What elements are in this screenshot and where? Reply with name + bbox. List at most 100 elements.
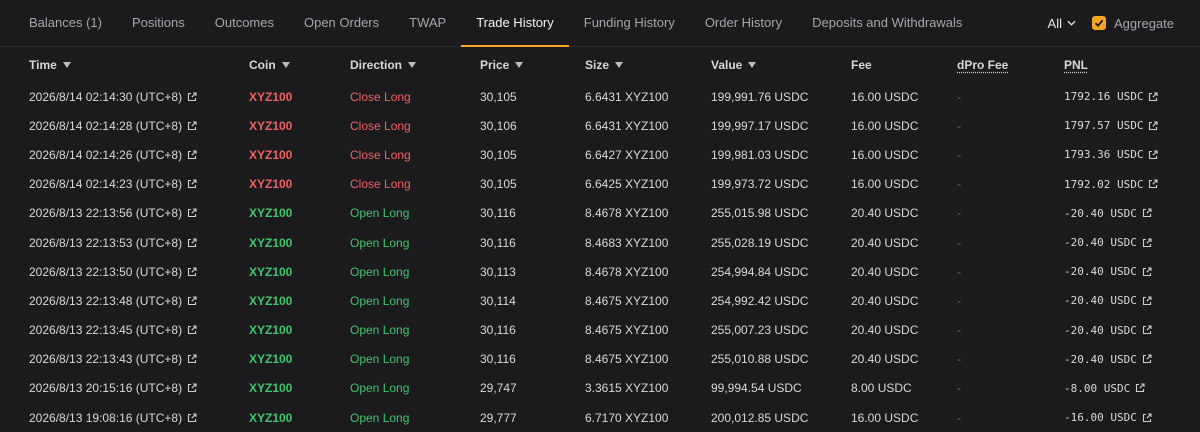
- coin-cell[interactable]: XYZ100: [249, 228, 292, 257]
- external-link-icon[interactable]: [1148, 150, 1159, 160]
- external-link-icon[interactable]: [187, 179, 197, 189]
- table-row: 2026/8/14 02:14:30 (UTC+8) XYZ100 Close Lo…: [0, 82, 1200, 111]
- tab-order-history[interactable]: Order History: [690, 0, 797, 46]
- external-link-icon[interactable]: [187, 413, 197, 423]
- fee-cell: 16.00 USDC: [851, 147, 919, 162]
- external-link-icon[interactable]: [1142, 296, 1152, 306]
- coin-cell[interactable]: XYZ100: [249, 257, 292, 286]
- coin-cell[interactable]: XYZ100: [249, 82, 292, 111]
- chevron-down-icon: [1067, 20, 1076, 26]
- price-cell: 30,116: [480, 206, 516, 221]
- table-controls: All Aggregate: [1048, 0, 1174, 46]
- external-link-icon[interactable]: [1148, 179, 1159, 189]
- external-link-icon[interactable]: [1142, 325, 1152, 335]
- external-link-icon[interactable]: [1142, 354, 1152, 364]
- external-link-icon[interactable]: [187, 267, 197, 277]
- price-cell: 30,105: [480, 177, 517, 192]
- external-link-icon[interactable]: [187, 237, 197, 248]
- coin-cell[interactable]: XYZ100: [249, 140, 292, 169]
- tab-open-orders[interactable]: Open Orders: [289, 0, 394, 46]
- header-time[interactable]: Time: [29, 47, 71, 82]
- time-value: 2026/8/13 22:13:45 (UTC+8): [29, 323, 183, 338]
- external-link-icon[interactable]: [1148, 92, 1159, 102]
- coin-cell[interactable]: XYZ100: [249, 345, 292, 374]
- direction-cell: Close Long: [350, 118, 411, 133]
- sort-icon: [748, 61, 757, 68]
- dpro-fee-cell: -: [957, 264, 961, 279]
- external-link-icon[interactable]: [1142, 267, 1152, 277]
- time-cell: 2026/8/13 22:13:56 (UTC+8): [29, 199, 197, 228]
- pnl-cell: -20.40 USDC: [1064, 199, 1152, 228]
- value-cell: 200,012.85 USDC: [711, 410, 809, 425]
- price-cell: 30,113: [480, 264, 516, 279]
- header-coin-label: Coin: [249, 57, 276, 72]
- time-cell: 2026/8/14 02:14:28 (UTC+8): [29, 111, 197, 140]
- time-cell: 2026/8/14 02:14:23 (UTC+8): [29, 170, 197, 199]
- coin-cell[interactable]: XYZ100: [249, 374, 292, 403]
- value-cell: 199,973.72 USDC: [711, 177, 809, 192]
- value-cell: 254,994.84 USDC: [711, 264, 809, 279]
- table-row: 2026/8/13 22:13:45 (UTC+8) XYZ100 Open Lon…: [0, 316, 1200, 345]
- size-cell: 8.4678 XYZ100: [585, 206, 669, 221]
- external-link-icon[interactable]: [187, 325, 197, 335]
- header-direction[interactable]: Direction: [350, 47, 417, 82]
- aggregate-checkbox[interactable]: [1092, 16, 1106, 30]
- pnl-value: 1792.02 USDC: [1064, 177, 1144, 191]
- time-value: 2026/8/13 22:13:56 (UTC+8): [29, 206, 183, 221]
- fee-cell: 16.00 USDC: [851, 410, 919, 425]
- external-link-icon[interactable]: [187, 383, 197, 393]
- coin-cell[interactable]: XYZ100: [249, 286, 292, 315]
- pnl-cell: -20.40 USDC: [1064, 345, 1152, 374]
- pnl-value: 1797.57 USDC: [1064, 119, 1144, 133]
- tab-funding-history[interactable]: Funding History: [569, 0, 690, 46]
- time-value: 2026/8/14 02:14:26 (UTC+8): [29, 147, 183, 162]
- table-row: 2026/8/14 02:14:23 (UTC+8) XYZ100 Close Lo…: [0, 170, 1200, 199]
- pnl-cell: 1792.16 USDC: [1064, 82, 1159, 111]
- fee-cell: 20.40 USDC: [851, 323, 919, 338]
- external-link-icon[interactable]: [1135, 383, 1145, 393]
- price-cell: 30,116: [480, 352, 516, 367]
- external-link-icon[interactable]: [1142, 208, 1152, 218]
- direction-cell: Close Long: [350, 177, 411, 192]
- coin-cell[interactable]: XYZ100: [249, 403, 292, 432]
- direction-cell: Open Long: [350, 206, 410, 221]
- coin-cell[interactable]: XYZ100: [249, 170, 292, 199]
- header-coin[interactable]: Coin: [249, 47, 290, 82]
- tab-balances[interactable]: Balances (1): [14, 0, 117, 46]
- external-link-icon[interactable]: [1142, 237, 1152, 248]
- external-link-icon[interactable]: [1148, 121, 1159, 131]
- header-size[interactable]: Size: [585, 47, 624, 82]
- time-cell: 2026/8/14 02:14:30 (UTC+8): [29, 82, 197, 111]
- external-link-icon[interactable]: [1142, 413, 1152, 423]
- header-price-label: Price: [480, 57, 510, 72]
- tab-positions[interactable]: Positions: [117, 0, 200, 46]
- external-link-icon[interactable]: [187, 121, 197, 131]
- price-cell: 29,777: [480, 410, 517, 425]
- value-cell: 255,015.98 USDC: [711, 206, 809, 221]
- coin-cell[interactable]: XYZ100: [249, 199, 292, 228]
- coin-cell[interactable]: XYZ100: [249, 111, 292, 140]
- dpro-fee-cell: -: [957, 235, 961, 250]
- pnl-value: -20.40 USDC: [1064, 352, 1137, 366]
- filter-label: All: [1047, 15, 1062, 31]
- filter-dropdown[interactable]: All: [1048, 16, 1076, 31]
- tab-trade-history[interactable]: Trade History: [461, 0, 569, 47]
- tab-twap[interactable]: TWAP: [394, 0, 461, 46]
- external-link-icon[interactable]: [187, 354, 197, 364]
- coin-cell[interactable]: XYZ100: [249, 316, 292, 345]
- sort-icon: [408, 61, 417, 68]
- time-cell: 2026/8/13 19:08:16 (UTC+8): [29, 403, 197, 432]
- tab-outcomes[interactable]: Outcomes: [200, 0, 289, 46]
- table-row: 2026/8/14 02:14:28 (UTC+8) XYZ100 Close Lo…: [0, 111, 1200, 140]
- external-link-icon[interactable]: [187, 208, 197, 218]
- tab-deposits-withdrawals[interactable]: Deposits and Withdrawals: [797, 0, 977, 46]
- header-value[interactable]: Value: [711, 47, 757, 82]
- external-link-icon[interactable]: [187, 296, 197, 306]
- direction-cell: Close Long: [350, 147, 411, 162]
- external-link-icon[interactable]: [187, 92, 197, 102]
- price-cell: 30,105: [480, 89, 517, 104]
- dpro-fee-cell: -: [957, 206, 961, 221]
- external-link-icon[interactable]: [187, 150, 197, 160]
- header-price[interactable]: Price: [480, 47, 524, 82]
- header-fee-label: Fee: [851, 57, 872, 72]
